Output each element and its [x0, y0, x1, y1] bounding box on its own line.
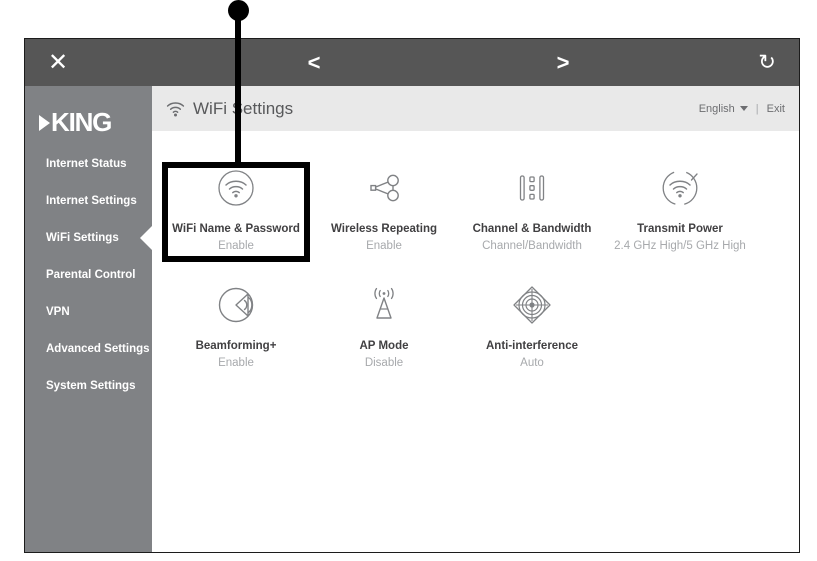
wifi-circle-icon — [162, 165, 310, 211]
sidebar-item-parental-control[interactable]: Parental Control — [25, 256, 152, 293]
tile-label: Anti-interference — [485, 340, 579, 352]
chevron-down-icon[interactable] — [739, 106, 748, 111]
radar-target-icon — [458, 282, 606, 328]
sidebar-item-advanced-settings[interactable]: Advanced Settings — [25, 330, 152, 367]
sidebar-item-label: VPN — [46, 305, 70, 318]
separator: | — [755, 102, 759, 115]
sidebar-item-wifi-settings[interactable]: WiFi Settings — [25, 219, 152, 256]
sidebar: KING Internet Status Internet Settings WiF… — [25, 86, 152, 552]
sidebar-item-label: Internet Status — [46, 157, 127, 170]
tile-value: Auto — [520, 357, 544, 369]
tile-value: Enable — [218, 240, 254, 252]
tile-label: Beamforming+ — [195, 340, 277, 352]
tile-label: Wireless Repeating — [331, 223, 437, 235]
back-icon[interactable]: < — [294, 39, 334, 86]
language-label[interactable]: English — [699, 103, 735, 115]
beamforming-icon — [162, 282, 310, 328]
sidebar-nav: Internet Status Internet Settings WiFi Set… — [25, 145, 152, 404]
tile-value: Disable — [364, 357, 404, 369]
logo-text: KING — [51, 107, 112, 137]
sidebar-item-label: Advanced Settings — [46, 342, 150, 355]
tile-value: 2.4 GHz High/5 GHz High — [614, 240, 746, 252]
tile-label: Channel & Bandwidth — [472, 223, 592, 235]
tile-ap-mode[interactable]: AP Mode Disable — [310, 270, 458, 381]
transmit-power-icon — [606, 165, 754, 211]
sidebar-item-label: Parental Control — [46, 268, 136, 281]
tile-value: Enable — [366, 240, 402, 252]
tile-label: WiFi Name & Password — [172, 223, 300, 235]
sidebar-item-internet-status[interactable]: Internet Status — [25, 145, 152, 182]
tile-value: Channel/Bandwidth — [482, 240, 582, 252]
antenna-tower-icon — [310, 282, 458, 328]
settings-tile-grid: WiFi Name & Password Enable Wireless Repe… — [152, 131, 799, 552]
logo-triangle-icon — [39, 114, 50, 131]
browser-toolbar: ✕ < > ↻ — [25, 39, 799, 86]
exit-button[interactable]: Exit — [767, 103, 785, 115]
tile-wireless-repeating[interactable]: Wireless Repeating Enable — [310, 153, 458, 264]
forward-icon[interactable]: > — [543, 39, 583, 86]
tile-row-2: Beamforming+ Enable AP Mode Disable Anti-i… — [152, 270, 799, 381]
close-icon[interactable]: ✕ — [25, 39, 91, 86]
main-panel: WiFi Settings English | Exit WiFi Name &… — [152, 86, 799, 552]
header-actions: English | Exit — [699, 103, 785, 115]
refresh-icon[interactable]: ↻ — [745, 39, 789, 86]
annotation-leader-line — [235, 10, 241, 168]
page-header: WiFi Settings English | Exit — [152, 86, 799, 131]
sidebar-item-internet-settings[interactable]: Internet Settings — [25, 182, 152, 219]
window-body: KING Internet Status Internet Settings WiF… — [25, 86, 799, 552]
sidebar-item-label: WiFi Settings — [46, 231, 119, 244]
tile-beamforming-[interactable]: Beamforming+ Enable — [162, 270, 310, 381]
tile-label: AP Mode — [359, 340, 409, 352]
tile-label: Transmit Power — [637, 223, 723, 235]
page-title: WiFi Settings — [193, 98, 294, 118]
sidebar-item-label: System Settings — [46, 379, 136, 392]
sidebar-item-system-settings[interactable]: System Settings — [25, 367, 152, 404]
wifi-icon — [165, 100, 185, 118]
share-nodes-icon — [310, 165, 458, 211]
channel-bars-icon — [458, 165, 606, 211]
tile-value: Enable — [218, 357, 254, 369]
tile-transmit-power[interactable]: Transmit Power 2.4 GHz High/5 GHz High — [606, 153, 754, 264]
tile-channel-bandwidth[interactable]: Channel & Bandwidth Channel/Bandwidth — [458, 153, 606, 264]
tile-anti-interference[interactable]: Anti-interference Auto — [458, 270, 606, 381]
king-logo: KING — [25, 100, 152, 145]
tile-row-1: WiFi Name & Password Enable Wireless Repe… — [152, 153, 799, 264]
sidebar-item-label: Internet Settings — [46, 194, 137, 207]
sidebar-item-vpn[interactable]: VPN — [25, 293, 152, 330]
tile-wifi-name-password[interactable]: WiFi Name & Password Enable — [162, 153, 310, 264]
router-admin-window: ✕ < > ↻ KING Internet Status Internet Set… — [24, 38, 800, 553]
